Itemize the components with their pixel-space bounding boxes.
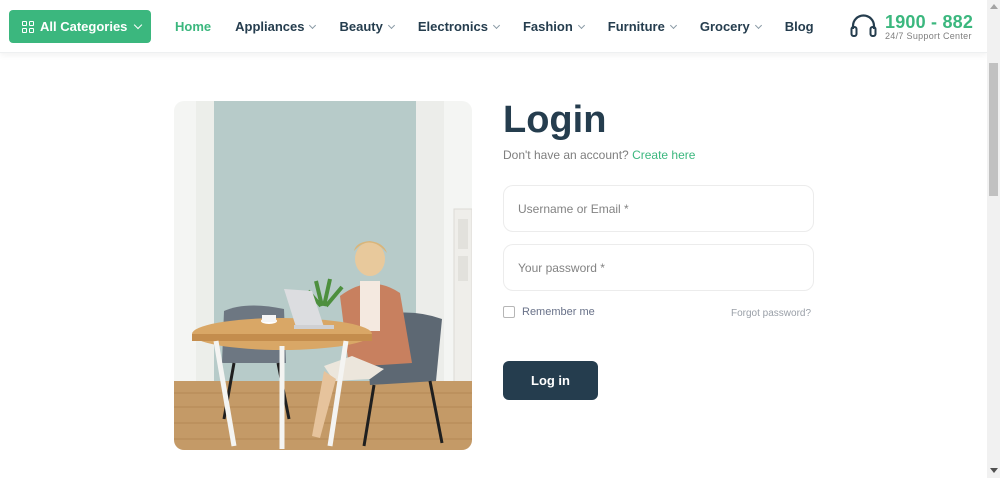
signup-prompt: Don't have an account? Create here <box>503 148 695 162</box>
support-subtitle: 24/7 Support Center <box>885 31 972 41</box>
nav-item-label: Blog <box>784 19 814 34</box>
page-scrollbar[interactable] <box>987 0 1000 478</box>
nav-item-beauty[interactable]: Beauty <box>339 19 395 34</box>
forgot-password-link[interactable]: Forgot password? <box>731 308 811 319</box>
chevron-down-icon <box>754 21 762 29</box>
nav-item-home[interactable]: Home <box>175 19 211 34</box>
no-account-text: Don't have an account? <box>503 148 629 162</box>
scrollbar-thumb[interactable] <box>989 63 998 196</box>
nav-item-label: Grocery <box>699 19 750 34</box>
nav-item-furniture[interactable]: Furniture <box>607 19 677 34</box>
remember-me-label: Remember me <box>522 306 595 318</box>
main-nav: Home Appliances Beauty Electronics Fashi… <box>175 0 838 53</box>
create-account-link[interactable]: Create here <box>632 148 695 162</box>
nav-item-electronics[interactable]: Electronics <box>417 19 500 34</box>
login-button[interactable]: Log in <box>503 361 598 400</box>
scroll-down-arrow-icon[interactable] <box>990 468 998 473</box>
nav-item-label: Appliances <box>235 19 305 34</box>
grid-icon <box>22 20 34 33</box>
nav-item-label: Furniture <box>607 19 665 34</box>
password-input[interactable] <box>503 244 814 291</box>
headset-icon <box>850 14 877 37</box>
support-contact: 1900 - 882 24/7 Support Center <box>850 12 973 42</box>
nav-item-label: Home <box>175 19 212 34</box>
chevron-down-icon <box>134 20 143 30</box>
support-phone[interactable]: 1900 - 882 <box>885 13 973 31</box>
chevron-down-icon <box>309 21 317 29</box>
login-title: Login <box>503 99 607 141</box>
username-email-input[interactable] <box>503 185 814 232</box>
nav-item-grocery[interactable]: Grocery <box>699 19 762 34</box>
scroll-up-arrow-icon[interactable] <box>990 4 998 9</box>
login-hero-image <box>174 101 472 450</box>
nav-item-blog[interactable]: Blog <box>785 19 814 34</box>
chevron-down-icon <box>387 21 395 29</box>
all-categories-button[interactable]: All Categories <box>9 10 151 43</box>
site-header: All Categories Home Appliances Beauty El… <box>0 0 987 53</box>
nav-item-appliances[interactable]: Appliances <box>235 19 317 34</box>
nav-item-label: Beauty <box>339 19 383 34</box>
all-categories-label: All Categories <box>40 19 128 34</box>
checkbox-icon[interactable] <box>503 306 515 318</box>
nav-item-label: Fashion <box>522 19 573 34</box>
chevron-down-icon <box>577 21 585 29</box>
chevron-down-icon <box>669 21 677 29</box>
chevron-down-icon <box>492 21 500 29</box>
nav-item-label: Electronics <box>417 19 488 34</box>
remember-me-checkbox[interactable]: Remember me <box>503 306 595 318</box>
nav-item-fashion[interactable]: Fashion <box>522 19 585 34</box>
